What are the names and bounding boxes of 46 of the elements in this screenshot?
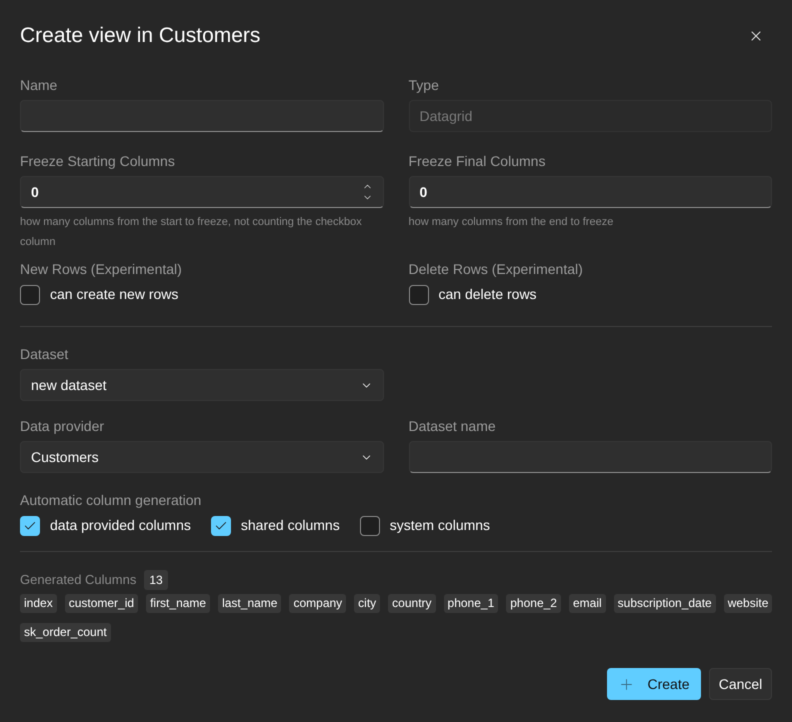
- field-label: Type: [408, 76, 439, 94]
- dropdown[interactable]: Customers: [20, 441, 384, 473]
- field-label: Dataset name: [408, 417, 496, 435]
- column-tag: email: [568, 594, 606, 613]
- column-tag: first_name: [146, 594, 210, 613]
- number-field[interactable]: 0: [20, 176, 384, 208]
- field-label: Freeze Final Columns: [408, 152, 546, 170]
- column-tag: website: [724, 594, 772, 613]
- field-label: Automatic column generation: [20, 491, 202, 509]
- input-field[interactable]: [20, 100, 384, 132]
- checkbox-label: data provided columns: [50, 516, 191, 535]
- checkbox[interactable]: [20, 284, 40, 304]
- dropdown[interactable]: new dataset: [20, 369, 384, 401]
- field-label: Dataset: [20, 345, 68, 363]
- column-tag: country: [388, 594, 436, 613]
- column-tag: last_name: [218, 594, 282, 613]
- checkbox-label: shared columns: [240, 516, 340, 535]
- checkbox[interactable]: [20, 516, 40, 536]
- hint-text: how many columns from the start to freeze, not counting the checkbox column: [20, 215, 363, 250]
- section-label: Generated Culumns: [20, 571, 136, 590]
- field-label: Delete Rows (Experimental): [408, 260, 583, 278]
- column-tag: customer_id: [64, 594, 138, 613]
- cancel-button[interactable]: Cancel: [709, 668, 772, 700]
- checkbox-label: system columns: [390, 516, 490, 535]
- column-tag: city: [354, 594, 380, 613]
- checkbox[interactable]: [408, 284, 428, 304]
- checkbox-label: can create new rows: [50, 285, 178, 304]
- number-field[interactable]: 0: [408, 176, 772, 208]
- create-button[interactable]: Create: [607, 668, 701, 700]
- column-tag: index: [20, 594, 57, 613]
- column-tag: phone_1: [444, 594, 498, 613]
- dialog-title: Create view in Customers: [20, 23, 260, 50]
- input-field[interactable]: [408, 441, 772, 473]
- checkbox-label: can delete rows: [438, 285, 537, 304]
- field-label: New Rows (Experimental): [20, 260, 182, 278]
- hint-text: how many columns from the end to freeze: [408, 215, 614, 230]
- column-tag: phone_2: [506, 594, 561, 613]
- column-tag: company: [289, 594, 346, 613]
- field-label: Freeze Starting Columns: [20, 152, 175, 170]
- field-label: Name: [20, 76, 58, 94]
- column-tag: subscription_date: [614, 594, 716, 613]
- checkbox[interactable]: [210, 516, 231, 536]
- count-badge: 13: [144, 570, 168, 590]
- field-label: Data provider: [20, 417, 104, 435]
- column-tag: sk_order_count: [20, 623, 111, 642]
- checkbox[interactable]: [360, 516, 380, 536]
